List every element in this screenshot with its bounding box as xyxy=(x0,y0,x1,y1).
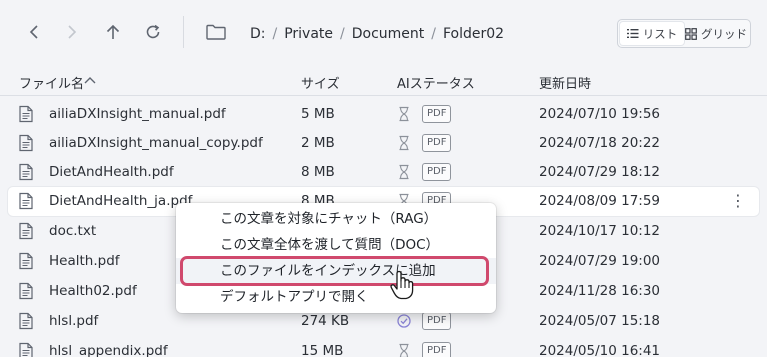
chevron-left-icon xyxy=(29,25,38,39)
menu-item-chat-rag[interactable]: この文章を対象にチャット（RAG） xyxy=(176,206,496,232)
file-icon xyxy=(19,222,33,240)
file-type-badge: PDF xyxy=(422,134,452,152)
more-options-icon[interactable]: ⋮ xyxy=(730,191,746,211)
grid-view-button[interactable]: グリッド xyxy=(684,22,748,45)
file-modified-date: 2024/10/17 10:12 xyxy=(539,223,661,239)
grid-icon xyxy=(685,27,697,40)
toolbar: D: / Private / Document / Folder02 リスト グ… xyxy=(0,0,767,66)
file-name: hlsl.pdf xyxy=(49,313,99,329)
arrow-up-icon xyxy=(106,24,120,39)
check-circle-icon xyxy=(397,314,411,328)
menu-item-ask-doc[interactable]: この文章全体を渡して質問（DOC） xyxy=(176,232,496,258)
breadcrumb-separator: / xyxy=(272,26,278,42)
hourglass-icon xyxy=(399,135,409,151)
file-modified-date: 2024/07/10 19:56 xyxy=(539,106,661,122)
back-button[interactable] xyxy=(22,20,46,44)
file-size: 15 MB xyxy=(301,343,344,357)
hourglass-icon xyxy=(399,106,409,122)
file-type-badge: PDF xyxy=(422,312,452,330)
column-size-header[interactable]: サイズ xyxy=(301,73,340,92)
forward-button[interactable] xyxy=(60,20,84,44)
list-view-label: リスト xyxy=(642,26,678,41)
file-icon xyxy=(19,252,33,270)
refresh-icon xyxy=(146,24,160,39)
breadcrumb-drive[interactable]: D: xyxy=(250,26,266,42)
file-modified-date: 2024/07/29 19:00 xyxy=(539,253,661,269)
hand-cursor-icon xyxy=(390,270,414,300)
file-modified-date: 2024/05/07 15:18 xyxy=(539,313,661,329)
toolbar-divider xyxy=(183,16,184,48)
file-icon xyxy=(19,163,33,181)
grid-view-label: グリッド xyxy=(701,26,747,41)
file-name: ailiaDXInsight_manual.pdf xyxy=(49,106,226,122)
column-name-label: ファイル名 xyxy=(19,77,85,92)
column-header: ファイル名 サイズ AIステータス 更新日時 xyxy=(0,66,767,96)
file-name: DietAndHealth.pdf xyxy=(49,164,174,180)
file-size: 8 MB xyxy=(301,164,335,180)
file-name: hlsl_appendix.pdf xyxy=(49,343,168,357)
file-name: DietAndHealth_ja.pdf xyxy=(49,193,193,209)
file-size: 5 MB xyxy=(301,106,335,122)
file-modified-date: 2024/07/29 18:12 xyxy=(539,164,661,180)
breadcrumb-separator: / xyxy=(340,26,345,42)
highlight-annotation xyxy=(180,256,489,286)
file-row[interactable]: hlsl_appendix.pdf 15 MB PDF 2024/05/10 16:4… xyxy=(8,337,759,357)
breadcrumb-document[interactable]: Document xyxy=(352,26,425,42)
file-row[interactable]: DietAndHealth.pdf 8 MB PDF 2024/07/29 18:12 xyxy=(8,158,759,187)
breadcrumb-folder02[interactable]: Folder02 xyxy=(443,26,504,42)
file-name: ailiaDXInsight_manual_copy.pdf xyxy=(49,135,263,151)
file-icon xyxy=(19,282,33,300)
sort-ascending-icon[interactable] xyxy=(84,76,96,84)
breadcrumb-private[interactable]: Private xyxy=(284,26,333,42)
file-icon xyxy=(19,105,33,123)
column-modified-header[interactable]: 更新日時 xyxy=(539,73,591,92)
file-name: Health02.pdf xyxy=(49,283,137,299)
file-type-badge: PDF xyxy=(422,163,452,181)
folder-icon xyxy=(206,24,226,40)
column-ai-status-header[interactable]: AIステータス xyxy=(397,73,475,92)
file-size: 274 KB xyxy=(301,313,350,329)
file-type-badge: PDF xyxy=(422,105,452,123)
file-modified-date: 2024/05/10 16:41 xyxy=(539,343,661,357)
view-toggle: リスト グリッド xyxy=(617,19,751,48)
file-modified-date: 2024/11/28 16:30 xyxy=(539,283,661,299)
list-view-button[interactable]: リスト xyxy=(620,22,684,45)
up-button[interactable] xyxy=(101,20,125,44)
list-icon xyxy=(626,29,639,38)
file-name: doc.txt xyxy=(49,223,97,239)
file-size: 2 MB xyxy=(301,135,335,151)
breadcrumb: D: / Private / Document / Folder02 xyxy=(250,24,504,44)
file-type-badge: PDF xyxy=(422,342,452,357)
hourglass-icon xyxy=(399,164,409,180)
file-icon xyxy=(19,342,33,357)
file-row[interactable]: ailiaDXInsight_manual.pdf 5 MB PDF 2024/07/… xyxy=(8,100,759,129)
hourglass-icon xyxy=(399,343,409,357)
file-modified-date: 2024/08/09 17:59 xyxy=(539,193,661,209)
menu-item-open-default-app[interactable]: デフォルトアプリで開く xyxy=(176,284,496,310)
column-name-header[interactable]: ファイル名 xyxy=(19,73,84,92)
file-modified-date: 2024/07/18 20:22 xyxy=(539,135,661,151)
file-icon xyxy=(19,192,33,210)
file-row[interactable]: ailiaDXInsight_manual_copy.pdf 2 MB PDF 202… xyxy=(8,129,759,158)
file-icon xyxy=(19,312,33,330)
chevron-right-icon xyxy=(68,25,77,39)
refresh-button[interactable] xyxy=(141,20,165,44)
breadcrumb-separator: / xyxy=(431,26,436,42)
file-icon xyxy=(19,134,33,152)
file-name: Health.pdf xyxy=(49,253,120,269)
